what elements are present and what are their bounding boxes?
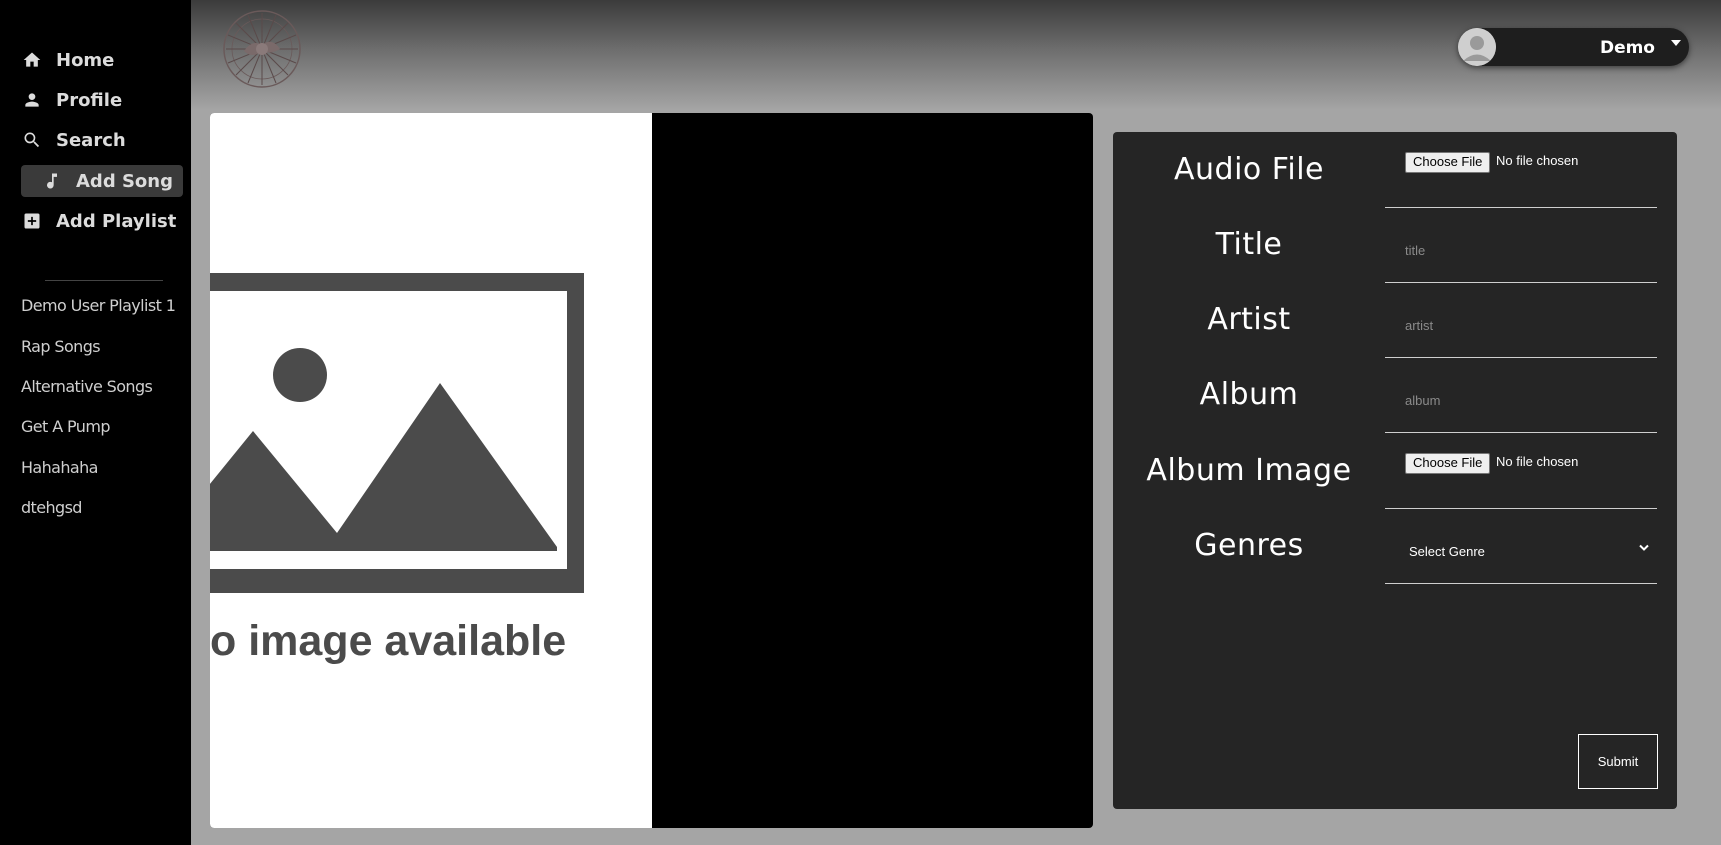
nav-add-playlist-label: Add Playlist — [56, 210, 177, 232]
playlist-item[interactable]: Hahahaha — [21, 458, 98, 477]
chevron-down-icon — [1639, 544, 1649, 555]
audio-file-label: Audio File — [1173, 152, 1324, 187]
album-image-label: Album Image — [1146, 453, 1352, 488]
title-field — [1385, 207, 1657, 283]
add-song-form: Audio File Choose File No file chosen Ti… — [1113, 132, 1677, 809]
playlist-item[interactable]: Rap Songs — [21, 337, 101, 356]
artist-field — [1385, 282, 1657, 358]
album-image-field: Choose File No file chosen — [1385, 433, 1657, 509]
genres-field: Select Genre — [1385, 508, 1657, 584]
nav-search-label: Search — [56, 129, 126, 151]
nav-profile-label: Profile — [56, 89, 123, 111]
genre-select-value: Select Genre — [1409, 544, 1485, 559]
audio-file-status: No file chosen — [1496, 153, 1579, 168]
nav-home[interactable]: Home — [21, 44, 114, 76]
nav-add-song[interactable]: Add Song — [21, 165, 183, 197]
app-logo[interactable] — [222, 9, 302, 89]
nav-add-playlist[interactable]: Add Playlist — [21, 205, 176, 237]
search-icon — [21, 129, 43, 151]
title-input[interactable] — [1393, 235, 1657, 265]
home-icon — [21, 49, 43, 71]
no-image-text: o image available — [210, 617, 567, 665]
user-menu[interactable]: Demo — [1458, 28, 1689, 66]
audio-file-field: Choose File No file chosen — [1385, 132, 1657, 208]
genre-select[interactable]: Select Genre — [1389, 536, 1653, 566]
user-name: Demo — [1599, 38, 1655, 58]
playlist-item[interactable]: dtehgsd — [21, 498, 82, 517]
genres-label: Genres — [1194, 528, 1304, 563]
submit-button[interactable]: Submit — [1578, 734, 1658, 789]
playlist-item[interactable]: Get A Pump — [21, 417, 110, 436]
album-input[interactable] — [1393, 385, 1657, 415]
album-image-choose-button[interactable]: Choose File — [1405, 453, 1491, 474]
album-field — [1385, 357, 1657, 433]
sidebar-divider — [45, 280, 163, 281]
playlist-item[interactable]: Demo User Playlist 1 — [21, 296, 176, 315]
avatar — [1458, 28, 1496, 66]
title-label: Title — [1215, 227, 1283, 262]
nav-home-label: Home — [56, 49, 115, 71]
image-placeholder-icon — [210, 273, 584, 593]
nav-add-song-label: Add Song — [76, 170, 173, 192]
audio-file-choose-button[interactable]: Choose File — [1405, 152, 1491, 173]
nav-profile[interactable]: Profile — [21, 84, 122, 116]
playlist-item[interactable]: Alternative Songs — [21, 377, 153, 396]
music-note-icon — [41, 170, 63, 192]
artist-input[interactable] — [1393, 310, 1657, 340]
sidebar: Home Profile Search Add Song Add Playlis… — [0, 0, 191, 845]
album-image-status: No file chosen — [1496, 454, 1579, 469]
album-image-preview: o image available — [210, 113, 1093, 828]
artist-label: Artist — [1207, 302, 1291, 337]
album-label: Album — [1199, 377, 1299, 412]
add-box-icon — [21, 210, 43, 232]
no-image-placeholder: o image available — [210, 113, 652, 828]
chevron-down-icon — [1671, 40, 1681, 46]
nav-search[interactable]: Search — [21, 124, 126, 156]
person-icon — [21, 89, 43, 111]
